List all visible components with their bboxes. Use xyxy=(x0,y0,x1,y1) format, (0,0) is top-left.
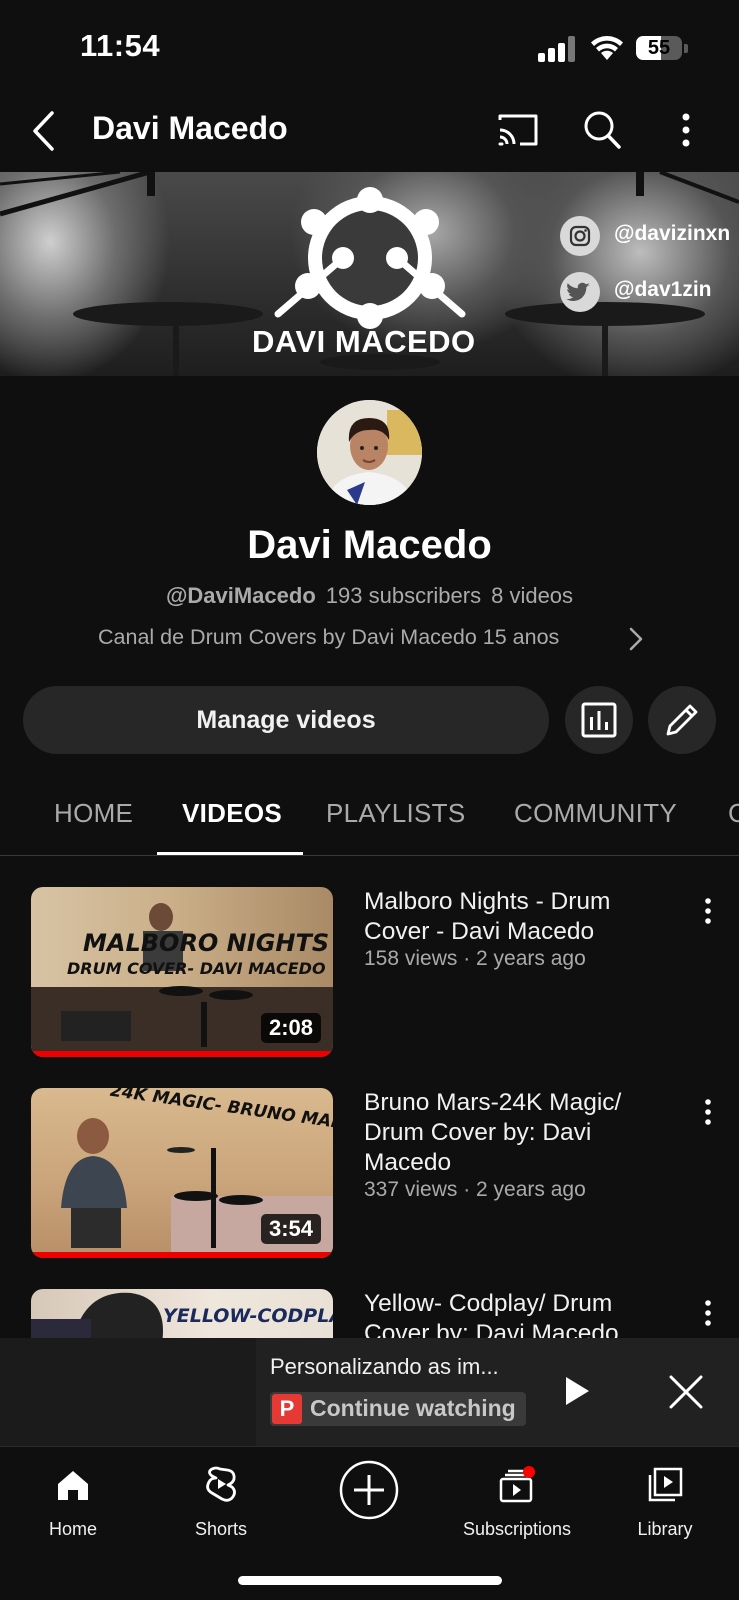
video-title[interactable]: Bruno Mars-24K Magic/ Drum Cover by: Dav… xyxy=(364,1088,664,1178)
more-vertical-icon xyxy=(705,898,711,924)
back-button[interactable] xyxy=(26,108,66,154)
thumbnail-caption: MALBORO NIGHTS xyxy=(83,929,330,957)
subscriber-count: 193 subscribers xyxy=(325,583,482,608)
video-list: MALBORO NIGHTS DRUM COVER- DAVI MACEDO 2… xyxy=(0,857,739,1338)
subscriptions-icon xyxy=(499,1466,535,1503)
tab-videos[interactable]: VIDEOS xyxy=(182,798,282,829)
tab-home[interactable]: HOME xyxy=(54,798,133,829)
more-vertical-icon xyxy=(705,1300,711,1326)
watch-progress-bar xyxy=(31,1051,333,1057)
battery-level: 55 xyxy=(647,37,671,59)
status-bar: 11:54 55 xyxy=(0,0,739,98)
video-more-button[interactable] xyxy=(694,893,722,929)
pencil-icon xyxy=(666,704,698,736)
mini-player-title[interactable]: Personalizando as im... xyxy=(270,1354,499,1380)
banner-channel-name: DAVI MACEDO xyxy=(252,324,476,359)
video-duration: 3:54 xyxy=(260,1214,321,1244)
channel-banner: DAVI MACEDO @davizinxn @dav1zin xyxy=(0,172,739,376)
home-indicator[interactable] xyxy=(238,1576,502,1585)
create-icon xyxy=(339,1460,399,1520)
page-title: Davi Macedo xyxy=(92,110,288,146)
more-vertical-icon xyxy=(682,113,690,147)
video-thumbnail[interactable]: YELLOW-CODPLAY xyxy=(31,1289,333,1338)
cellular-signal-icon xyxy=(538,36,578,62)
twitter-handle: @dav1zin xyxy=(614,278,712,301)
continue-watching-badge[interactable]: P Continue watching xyxy=(270,1392,526,1426)
thumbnail-caption: YELLOW-CODPLAY xyxy=(163,1305,333,1327)
video-duration: 2:08 xyxy=(260,1013,321,1043)
cast-button[interactable] xyxy=(496,110,540,150)
library-icon xyxy=(648,1467,683,1502)
play-button[interactable] xyxy=(562,1374,592,1408)
channel-avatar[interactable] xyxy=(317,400,422,505)
cast-icon xyxy=(498,114,538,146)
video-meta: 158 views · 2 years ago xyxy=(364,947,586,970)
nav-label: Shorts xyxy=(194,1519,248,1539)
channel-name: Davi Macedo xyxy=(247,523,492,567)
analytics-icon xyxy=(581,702,617,738)
nav-label: Home xyxy=(48,1519,97,1539)
nav-shorts[interactable]: Shorts xyxy=(151,1461,291,1551)
channel-tabs: HOME VIDEOS PLAYLISTS COMMUNITY C xyxy=(0,780,739,856)
video-item[interactable]: YELLOW-CODPLAY Yellow- Codplay/ Drum Cov… xyxy=(0,1289,739,1338)
channel-stats: @DaviMacedo 193 subscribers 8 videos xyxy=(0,583,739,609)
top-app-bar: Davi Macedo xyxy=(0,98,739,172)
tab-community[interactable]: COMMUNITY xyxy=(514,798,677,829)
more-vertical-icon xyxy=(705,1099,711,1125)
create-button[interactable] xyxy=(338,1459,400,1521)
twitter-icon xyxy=(560,272,600,312)
status-time: 11:54 xyxy=(80,28,161,63)
video-more-button[interactable] xyxy=(694,1295,722,1331)
nav-label: Subscriptions xyxy=(462,1519,572,1539)
back-arrow-icon xyxy=(33,111,54,151)
video-title[interactable]: Yellow- Codplay/ Drum Cover by: Davi Mac… xyxy=(364,1289,664,1338)
search-button[interactable] xyxy=(582,108,622,152)
edit-channel-button[interactable] xyxy=(648,686,716,754)
instagram-link[interactable]: @davizinxn xyxy=(560,216,739,258)
battery-icon: 55 xyxy=(636,34,688,62)
wifi-icon xyxy=(590,34,624,62)
thumbnail-caption-sub: DRUM COVER- DAVI MACEDO xyxy=(67,959,326,978)
instagram-handle: @davizinxn xyxy=(614,222,731,245)
chevron-right-icon[interactable] xyxy=(626,626,646,652)
mini-player-video[interactable] xyxy=(0,1338,256,1446)
continue-watching-label: Continue watching xyxy=(310,1395,516,1421)
video-item[interactable]: 24K MAGIC- BRUNO MARS 3:54 Bruno Mars-24… xyxy=(0,1088,739,1268)
more-options-button[interactable] xyxy=(668,110,704,150)
close-icon xyxy=(669,1375,703,1409)
nav-subscriptions[interactable]: Subscriptions xyxy=(447,1461,587,1551)
close-mini-player-button[interactable] xyxy=(668,1374,704,1410)
mini-player[interactable]: Personalizando as im... P Continue watch… xyxy=(0,1338,739,1446)
search-icon xyxy=(584,111,621,149)
active-tab-indicator xyxy=(157,852,303,855)
video-meta: 337 views · 2 years ago xyxy=(364,1178,586,1201)
manage-videos-button[interactable]: Manage videos xyxy=(23,686,549,754)
video-thumbnail[interactable]: MALBORO NIGHTS DRUM COVER- DAVI MACEDO 2… xyxy=(31,887,333,1057)
video-item[interactable]: MALBORO NIGHTS DRUM COVER- DAVI MACEDO 2… xyxy=(0,887,739,1067)
video-more-button[interactable] xyxy=(694,1094,722,1130)
home-icon xyxy=(58,1471,88,1500)
channel-description[interactable]: Canal de Drum Covers by Davi Macedo 15 a… xyxy=(98,625,559,650)
twitter-link[interactable]: @dav1zin xyxy=(560,272,739,314)
instagram-icon xyxy=(560,216,600,256)
nav-home[interactable]: Home xyxy=(3,1461,143,1551)
video-title[interactable]: Malboro Nights - Drum Cover - Davi Maced… xyxy=(364,887,664,947)
tab-playlists[interactable]: PLAYLISTS xyxy=(326,798,466,829)
nav-label: Library xyxy=(637,1519,693,1539)
tab-channels-partial[interactable]: C xyxy=(728,798,739,829)
play-icon xyxy=(566,1377,589,1405)
analytics-button[interactable] xyxy=(565,686,633,754)
nav-library[interactable]: Library xyxy=(595,1461,735,1551)
watch-progress-bar xyxy=(31,1252,333,1258)
p-logo-icon: P xyxy=(272,1394,302,1424)
shorts-icon xyxy=(206,1466,236,1502)
video-thumbnail[interactable]: 24K MAGIC- BRUNO MARS 3:54 xyxy=(31,1088,333,1258)
channel-handle: @DaviMacedo xyxy=(165,583,316,608)
video-count: 8 videos xyxy=(491,583,574,608)
